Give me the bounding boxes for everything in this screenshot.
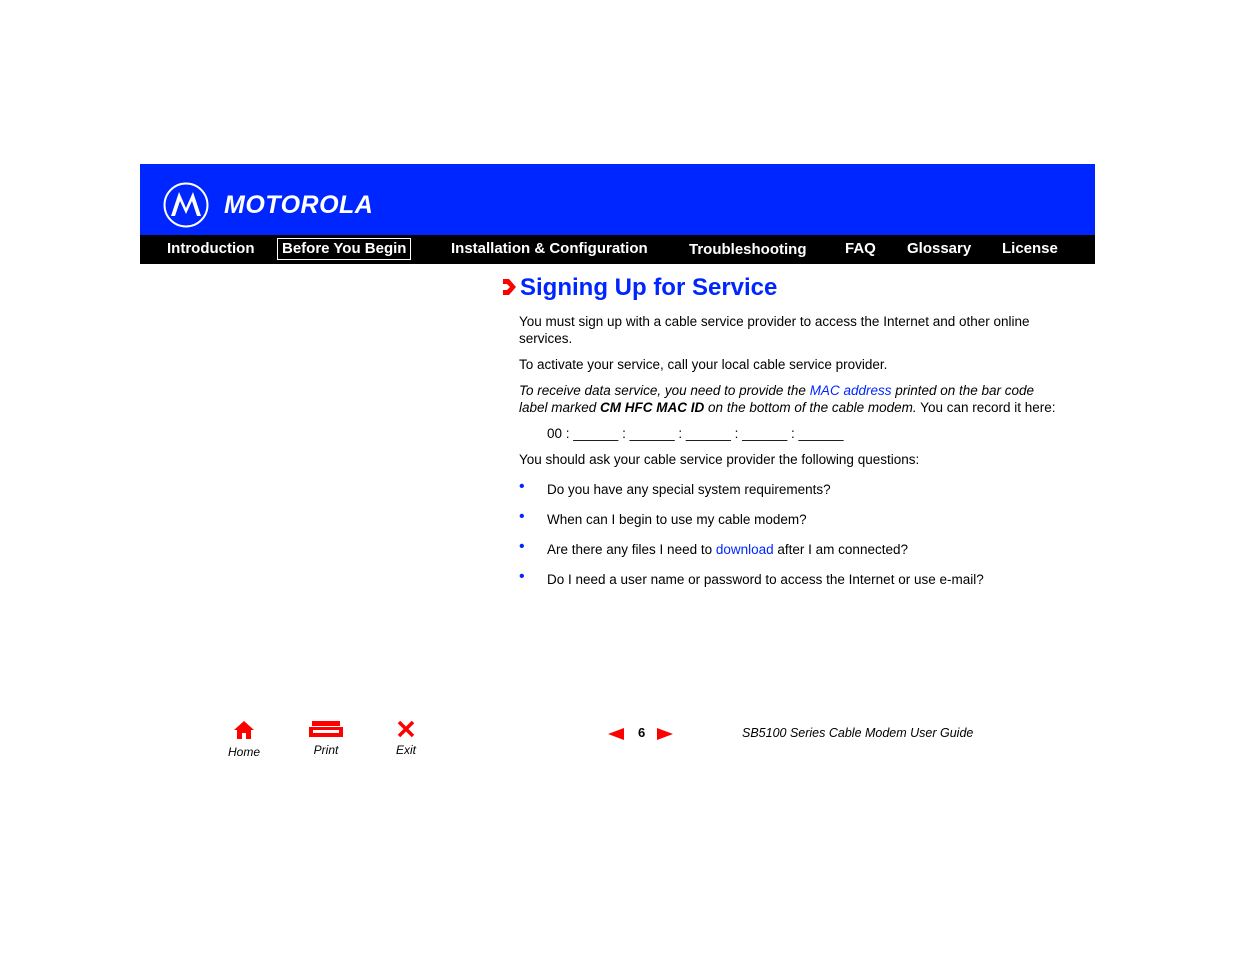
home-button[interactable]: Home [214,720,274,759]
home-icon [234,721,254,739]
questions-paragraph: You should ask your cable service provid… [519,452,920,467]
mac-address-link[interactable]: MAC address [810,383,892,398]
list-item-text: Do you have any special system requireme… [547,482,831,497]
brand-wordmark: MOTOROLA [224,191,374,219]
exit-label: Exit [395,743,416,757]
nav-glossary[interactable]: Glossary [907,239,971,259]
mac-label-id: CM HFC MAC ID [600,400,705,415]
list-item: • When can I begin to use my cable modem? [519,508,1064,528]
page-title: Signing Up for Service [520,274,778,301]
mac-text-4: You can record it here: [916,400,1056,415]
list-item-text: Do I need a user name or password to acc… [547,572,984,587]
printer-icon [309,721,343,737]
next-page-arrow-icon[interactable] [657,728,673,740]
questions-list: • Do you have any special system requirem… [519,478,1064,588]
section-arrow-icon [503,279,516,295]
mac-text-1: To receive data service, you need to pro… [519,383,810,398]
main-nav: Introduction Before You Begin Installati… [140,235,1095,264]
list-item-text: Are there any files I need to [547,542,716,557]
intro-paragraph: You must sign up with a cable service pr… [519,314,1030,346]
guide-title: SB5100 Series Cable Modem User Guide [742,726,974,740]
bullet-icon: • [519,568,525,585]
activate-paragraph: To activate your service, call your loca… [519,357,888,372]
list-item: • Do you have any special system requirem… [519,478,1064,498]
print-label: Print [313,743,339,757]
nav-license[interactable]: License [1002,239,1058,259]
previous-page-arrow-icon[interactable] [608,728,624,740]
header-banner: MOTOROLA [140,164,1095,235]
page-content: You must sign up with a cable service pr… [519,313,1064,588]
page-number: 6 [638,725,646,740]
download-link[interactable]: download [716,542,774,557]
nav-installation-configuration[interactable]: Installation & Configuration [451,239,648,259]
bullet-icon: • [519,508,525,525]
bullet-icon: • [519,478,525,495]
nav-faq[interactable]: FAQ [845,239,876,259]
mac-paragraph: To receive data service, you need to pro… [519,382,1064,416]
home-label: Home [227,745,260,759]
mac-record-line: 00 : ______ : ______ : ______ : ______ :… [547,426,844,441]
exit-button[interactable]: Exit [376,720,436,757]
list-item-text: after I am connected? [773,542,908,557]
motorola-batwing-icon [163,182,209,228]
mac-text-3: on the bottom of the cable modem. [704,400,917,415]
nav-introduction[interactable]: Introduction [167,239,254,259]
nav-troubleshooting[interactable]: Troubleshooting [689,240,807,260]
nav-before-you-begin[interactable]: Before You Begin [277,238,412,260]
list-item-text: When can I begin to use my cable modem? [547,512,807,527]
list-item: • Are there any files I need to download … [519,538,1064,558]
close-icon [397,720,415,738]
list-item: • Do I need a user name or password to ac… [519,568,1064,588]
print-button[interactable]: Print [296,720,356,757]
bullet-icon: • [519,538,525,555]
